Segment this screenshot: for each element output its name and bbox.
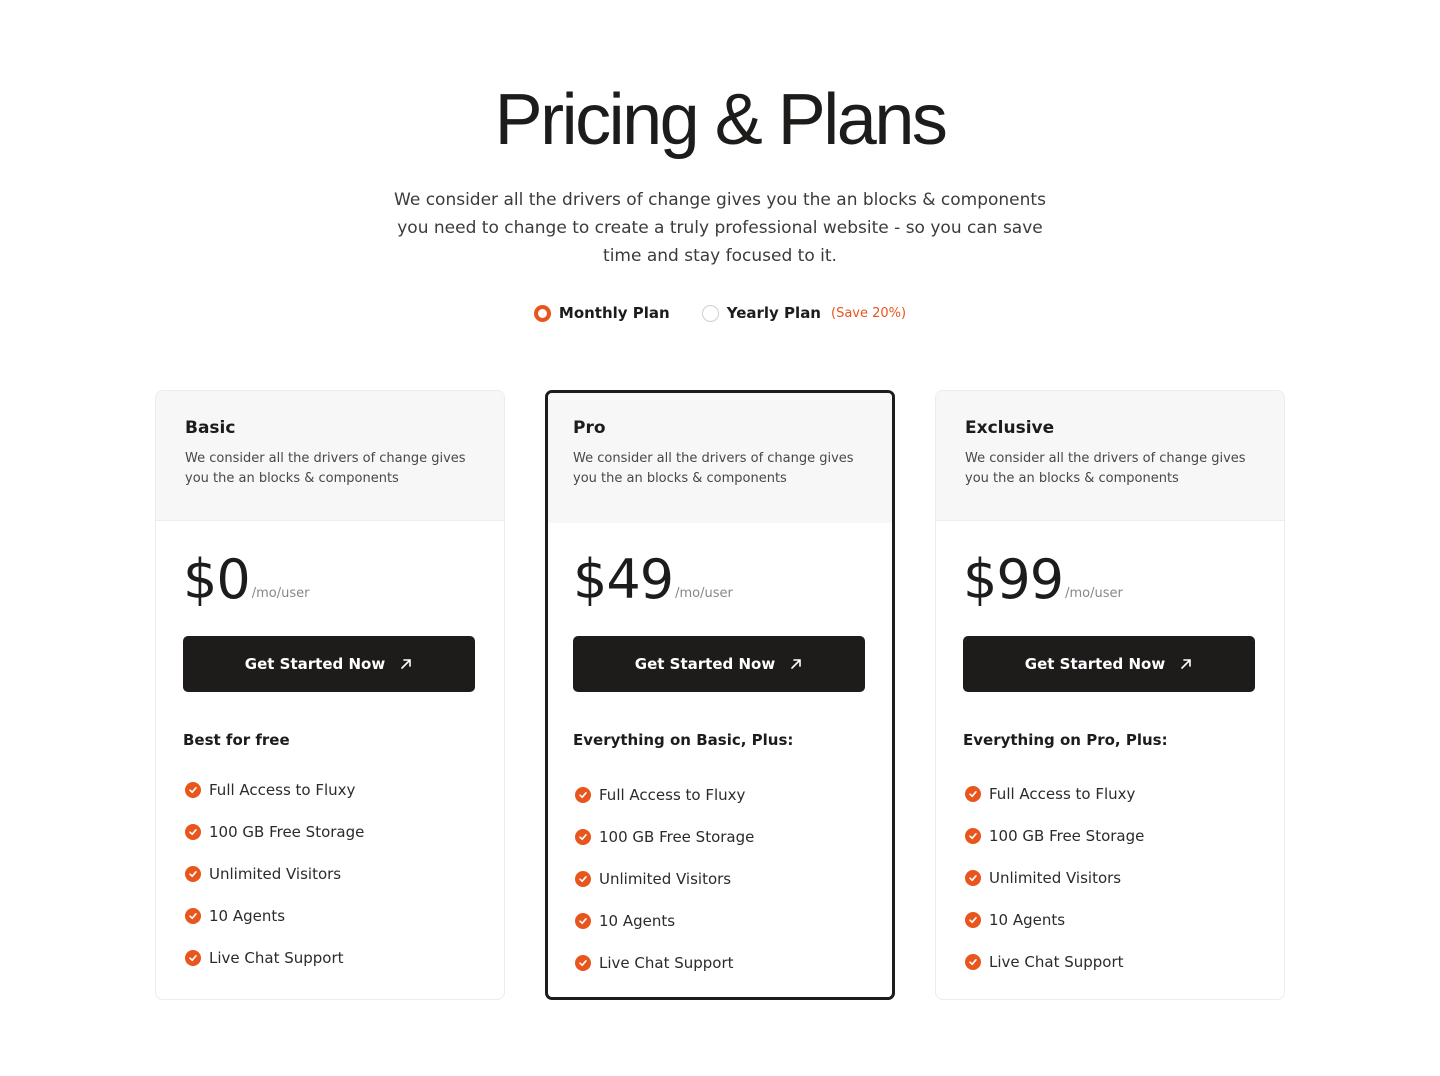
feature-text: 100 GB Free Storage [989, 827, 1145, 845]
price-row: $0 /mo/user [183, 549, 309, 611]
plan-card-header: Basic We consider all the drivers of cha… [156, 391, 504, 521]
yearly-radio[interactable] [701, 304, 719, 322]
check-circle-icon [965, 954, 981, 970]
feature-text: Unlimited Visitors [209, 865, 342, 883]
feature-text: 100 GB Free Storage [599, 828, 755, 846]
save-badge: (Save 20%) [831, 305, 907, 321]
get-started-label: Get Started Now [244, 655, 386, 673]
price-row: $49 /mo/user [573, 549, 733, 611]
feature-text: Unlimited Visitors [599, 870, 732, 888]
plan-card-pro: Pro We consider all the drivers of chang… [545, 390, 895, 1000]
feature-item: Full Access to Fluxy [575, 774, 754, 816]
check-circle-icon [185, 866, 201, 882]
get-started-button[interactable]: Get Started Now [963, 636, 1255, 692]
features-heading: Best for free [183, 731, 290, 749]
check-circle-icon [185, 950, 201, 966]
yearly-plan-option[interactable]: Yearly Plan (Save 20%) [701, 304, 907, 322]
feature-item: 100 GB Free Storage [185, 811, 364, 853]
feature-text: 100 GB Free Storage [209, 823, 365, 841]
feature-item: 10 Agents [965, 899, 1144, 941]
feature-text: Full Access to Fluxy [209, 781, 356, 799]
arrow-up-right-icon [791, 659, 801, 669]
page-title: Pricing & Plans [494, 80, 948, 160]
feature-item: Unlimited Visitors [575, 858, 754, 900]
get-started-button[interactable]: Get Started Now [183, 636, 475, 692]
check-circle-icon [185, 782, 201, 798]
price-period: /mo/user [675, 586, 733, 601]
feature-item: 10 Agents [575, 900, 754, 942]
feature-list: Full Access to Fluxy 100 GB Free Storage… [185, 769, 364, 979]
billing-toggle: Monthly Plan Yearly Plan (Save 20%) [0, 304, 1440, 322]
plan-name: Pro [573, 418, 606, 438]
check-circle-icon [965, 912, 981, 928]
arrow-up-right-icon [401, 659, 411, 669]
feature-item: Full Access to Fluxy [185, 769, 364, 811]
feature-item: Live Chat Support [965, 941, 1144, 983]
price-row: $99 /mo/user [963, 549, 1123, 611]
feature-text: Live Chat Support [599, 954, 734, 972]
feature-item: 100 GB Free Storage [965, 815, 1144, 857]
feature-item: Unlimited Visitors [185, 853, 364, 895]
plan-card-header: Exclusive We consider all the drivers of… [936, 391, 1284, 521]
check-circle-icon [575, 955, 591, 971]
feature-list: Full Access to Fluxy 100 GB Free Storage… [965, 773, 1144, 983]
plan-name: Exclusive [965, 418, 1055, 438]
arrow-up-right-icon [1181, 659, 1191, 669]
feature-text: Live Chat Support [989, 953, 1124, 971]
price-period: /mo/user [251, 586, 310, 601]
feature-text: Unlimited Visitors [989, 869, 1122, 887]
feature-list: Full Access to Fluxy 100 GB Free Storage… [575, 774, 754, 984]
plan-card-exclusive: Exclusive We consider all the drivers of… [935, 390, 1285, 1000]
feature-text: 10 Agents [599, 912, 676, 930]
get-started-label: Get Started Now [1024, 655, 1166, 673]
feature-text: 10 Agents [209, 907, 286, 925]
plan-description: We consider all the drivers of change gi… [965, 451, 1246, 486]
monthly-radio[interactable] [533, 304, 551, 322]
plan-price: $49 [573, 548, 674, 611]
feature-item: Full Access to Fluxy [965, 773, 1144, 815]
plan-card-basic: Basic We consider all the drivers of cha… [155, 390, 505, 1000]
plan-description: We consider all the drivers of change gi… [573, 451, 854, 486]
feature-item: 100 GB Free Storage [575, 816, 754, 858]
get-started-label: Get Started Now [634, 655, 776, 673]
feature-text: Full Access to Fluxy [989, 785, 1136, 803]
features-heading: Everything on Basic, Plus: [573, 731, 794, 749]
check-circle-icon [575, 787, 591, 803]
check-circle-icon [185, 824, 201, 840]
page-subtitle: We consider all the drivers of change gi… [394, 190, 1046, 266]
plan-price: $99 [963, 548, 1064, 611]
feature-item: Live Chat Support [575, 942, 754, 984]
feature-item: Live Chat Support [185, 937, 364, 979]
check-circle-icon [575, 871, 591, 887]
plan-price: $0 [183, 548, 251, 611]
plan-name: Basic [185, 418, 236, 438]
features-heading: Everything on Pro, Plus: [963, 731, 1168, 749]
check-circle-icon [965, 870, 981, 886]
get-started-button[interactable]: Get Started Now [573, 636, 865, 692]
feature-text: Full Access to Fluxy [599, 786, 746, 804]
check-circle-icon [575, 913, 591, 929]
check-circle-icon [965, 786, 981, 802]
feature-item: Unlimited Visitors [965, 857, 1144, 899]
check-circle-icon [575, 829, 591, 845]
feature-text: Live Chat Support [209, 949, 344, 967]
price-period: /mo/user [1065, 586, 1123, 601]
monthly-plan-label: Monthly Plan [558, 304, 670, 322]
plan-card-header: Pro We consider all the drivers of chang… [548, 393, 892, 523]
plan-description: We consider all the drivers of change gi… [185, 451, 466, 486]
feature-text: 10 Agents [989, 911, 1066, 929]
check-circle-icon [185, 908, 201, 924]
feature-item: 10 Agents [185, 895, 364, 937]
yearly-plan-label: Yearly Plan [726, 304, 821, 322]
monthly-plan-option[interactable]: Monthly Plan [533, 304, 670, 322]
check-circle-icon [965, 828, 981, 844]
